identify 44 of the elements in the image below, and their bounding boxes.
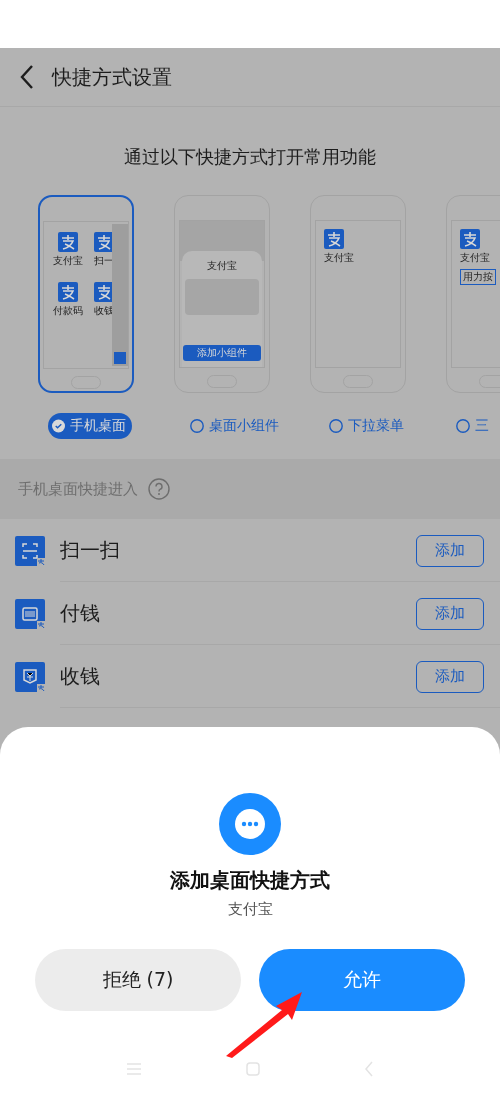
add-widget-button: 添加小组件 — [183, 345, 261, 361]
option-radio[interactable]: 手机桌面 — [48, 413, 132, 439]
add-button[interactable]: 添加 — [416, 534, 484, 567]
shortcut-icon — [15, 598, 45, 629]
app-label: 支付宝 — [53, 254, 83, 268]
add-button[interactable]: 添加 — [416, 660, 484, 693]
phone-preview[interactable]: 支付宝 添加小组件 — [174, 195, 270, 393]
option-radio[interactable]: 三 — [452, 413, 495, 439]
page-title: 快捷方式设置 — [52, 63, 172, 91]
add-button[interactable]: 添加 — [416, 597, 484, 630]
dialog-subtitle: 支付宝 — [227, 900, 273, 919]
tooltip: 用力按 — [460, 269, 496, 285]
allow-button[interactable]: 允许 — [259, 949, 465, 1011]
shortcut-icon — [15, 535, 45, 566]
shortcut-label: 付钱 — [60, 600, 101, 627]
dialog-title: 添加桌面快捷方式 — [170, 867, 330, 894]
phone-preview[interactable]: 支付宝 — [310, 195, 406, 393]
help-icon[interactable] — [148, 478, 170, 500]
section-title: 手机桌面快捷进入 — [18, 479, 138, 499]
deny-button[interactable]: 拒绝 (7) — [35, 949, 241, 1011]
app-label: 付款码 — [53, 304, 83, 318]
widget-title: 支付宝 — [207, 259, 237, 273]
shortcut-tile — [114, 352, 126, 364]
app-logo-icon — [460, 229, 480, 249]
radio-circle-icon — [329, 419, 343, 433]
home-icon[interactable] — [246, 1062, 260, 1076]
app-label: 支付宝 — [324, 251, 354, 265]
check-icon — [52, 419, 65, 433]
app-label: 支付宝 — [460, 251, 490, 265]
radio-circle-icon — [190, 419, 204, 433]
app-logo-icon — [94, 282, 114, 302]
app-logo-icon — [94, 232, 114, 252]
app-logo-icon — [58, 282, 78, 302]
app-logo-icon — [58, 232, 78, 252]
radio-circle-icon — [456, 419, 470, 433]
intro-text: 通过以下快捷方式打开常用功能 — [123, 145, 377, 169]
option-radio[interactable]: 桌面小组件 — [186, 413, 285, 439]
shortcut-icon — [15, 661, 45, 692]
app-logo-icon — [324, 229, 344, 249]
shortcut-label: 扫一扫 — [60, 537, 121, 564]
option-radio[interactable]: 下拉菜单 — [325, 413, 410, 439]
more-icon — [219, 793, 281, 855]
shortcut-label: 收钱 — [60, 663, 101, 690]
phone-preview[interactable]: 支付宝 用力按 — [446, 195, 500, 393]
